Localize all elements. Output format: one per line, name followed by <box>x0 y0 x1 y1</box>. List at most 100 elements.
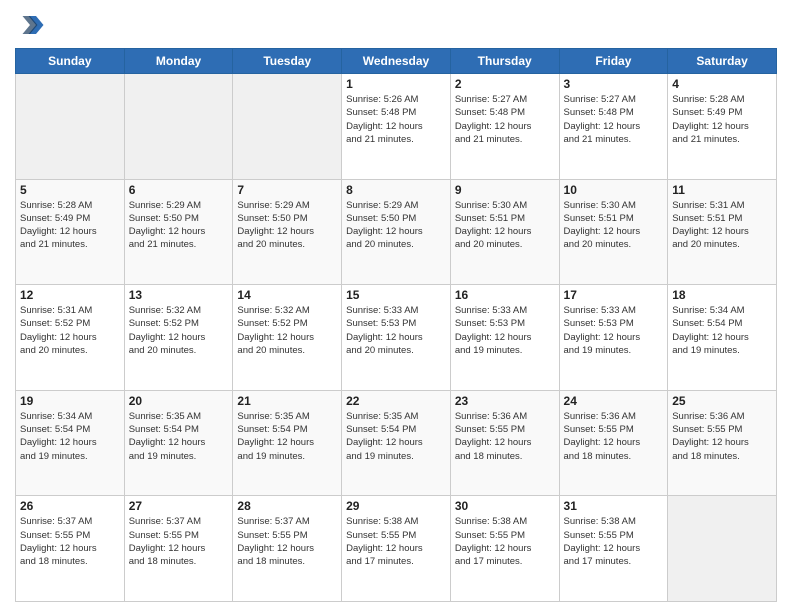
day-info: Sunrise: 5:38 AMSunset: 5:55 PMDaylight:… <box>346 515 446 568</box>
logo-icon <box>15 10 45 40</box>
day-header-sunday: Sunday <box>16 49 125 74</box>
day-number: 31 <box>564 499 664 513</box>
day-info: Sunrise: 5:31 AMSunset: 5:51 PMDaylight:… <box>672 199 772 252</box>
calendar-week-2: 12 Sunrise: 5:31 AMSunset: 5:52 PMDayligh… <box>16 285 777 391</box>
day-info: Sunrise: 5:35 AMSunset: 5:54 PMDaylight:… <box>237 410 337 463</box>
day-number: 20 <box>129 394 229 408</box>
calendar-week-4: 26 Sunrise: 5:37 AMSunset: 5:55 PMDayligh… <box>16 496 777 602</box>
logo <box>15 10 49 40</box>
calendar-cell: 13Sunrise: 5:32 AMSunset: 5:52 PMDayligh… <box>124 285 233 391</box>
calendar-cell: 23 Sunrise: 5:36 AMSunset: 5:55 PMDayligh… <box>450 390 559 496</box>
day-info: Sunrise: 5:27 AMSunset: 5:48 PMDaylight:… <box>564 93 664 146</box>
calendar-cell: 15Sunrise: 5:33 AMSunset: 5:53 PMDayligh… <box>342 285 451 391</box>
calendar-cell: 24 Sunrise: 5:36 AMSunset: 5:55 PMDayligh… <box>559 390 668 496</box>
day-number: 1 <box>346 77 446 91</box>
day-number: 18 <box>672 288 772 302</box>
day-number: 6 <box>129 183 229 197</box>
day-number: 25 <box>672 394 772 408</box>
calendar-cell: 28 Sunrise: 5:37 AMSunset: 5:55 PMDayligh… <box>233 496 342 602</box>
calendar-cell: 7 Sunrise: 5:29 AMSunset: 5:50 PMDaylight… <box>233 179 342 285</box>
calendar-cell: 12 Sunrise: 5:31 AMSunset: 5:52 PMDayligh… <box>16 285 125 391</box>
day-number: 11 <box>672 183 772 197</box>
day-number: 5 <box>20 183 120 197</box>
day-header-saturday: Saturday <box>668 49 777 74</box>
day-info: Sunrise: 5:29 AMSunset: 5:50 PMDaylight:… <box>237 199 337 252</box>
day-info: Sunrise: 5:29 AMSunset: 5:50 PMDaylight:… <box>129 199 229 252</box>
calendar-cell: 22Sunrise: 5:35 AMSunset: 5:54 PMDayligh… <box>342 390 451 496</box>
calendar-cell: 18 Sunrise: 5:34 AMSunset: 5:54 PMDayligh… <box>668 285 777 391</box>
calendar-cell: 3 Sunrise: 5:27 AMSunset: 5:48 PMDaylight… <box>559 74 668 180</box>
day-info: Sunrise: 5:36 AMSunset: 5:55 PMDaylight:… <box>564 410 664 463</box>
calendar-cell <box>668 496 777 602</box>
day-number: 28 <box>237 499 337 513</box>
calendar-cell: 4Sunrise: 5:28 AMSunset: 5:49 PMDaylight… <box>668 74 777 180</box>
calendar-cell: 27 Sunrise: 5:37 AMSunset: 5:55 PMDayligh… <box>124 496 233 602</box>
day-number: 17 <box>564 288 664 302</box>
calendar-cell: 9 Sunrise: 5:30 AMSunset: 5:51 PMDaylight… <box>450 179 559 285</box>
day-number: 23 <box>455 394 555 408</box>
day-info: Sunrise: 5:37 AMSunset: 5:55 PMDaylight:… <box>20 515 120 568</box>
day-number: 10 <box>564 183 664 197</box>
day-number: 12 <box>20 288 120 302</box>
calendar-week-3: 19 Sunrise: 5:34 AMSunset: 5:54 PMDayligh… <box>16 390 777 496</box>
page: SundayMondayTuesdayWednesdayThursdayFrid… <box>0 0 792 612</box>
calendar-cell: 26 Sunrise: 5:37 AMSunset: 5:55 PMDayligh… <box>16 496 125 602</box>
day-number: 7 <box>237 183 337 197</box>
header <box>15 10 777 40</box>
day-info: Sunrise: 5:30 AMSunset: 5:51 PMDaylight:… <box>455 199 555 252</box>
day-header-tuesday: Tuesday <box>233 49 342 74</box>
calendar-cell: 10 Sunrise: 5:30 AMSunset: 5:51 PMDayligh… <box>559 179 668 285</box>
calendar-cell: 14Sunrise: 5:32 AMSunset: 5:52 PMDayligh… <box>233 285 342 391</box>
calendar-table: SundayMondayTuesdayWednesdayThursdayFrid… <box>15 48 777 602</box>
day-info: Sunrise: 5:30 AMSunset: 5:51 PMDaylight:… <box>564 199 664 252</box>
day-info: Sunrise: 5:28 AMSunset: 5:49 PMDaylight:… <box>20 199 120 252</box>
day-number: 2 <box>455 77 555 91</box>
day-info: Sunrise: 5:37 AMSunset: 5:55 PMDaylight:… <box>237 515 337 568</box>
day-info: Sunrise: 5:33 AMSunset: 5:53 PMDaylight:… <box>564 304 664 357</box>
day-info: Sunrise: 5:38 AMSunset: 5:55 PMDaylight:… <box>455 515 555 568</box>
day-info: Sunrise: 5:28 AMSunset: 5:49 PMDaylight:… <box>672 93 772 146</box>
day-info: Sunrise: 5:36 AMSunset: 5:55 PMDaylight:… <box>672 410 772 463</box>
day-info: Sunrise: 5:29 AMSunset: 5:50 PMDaylight:… <box>346 199 446 252</box>
day-info: Sunrise: 5:37 AMSunset: 5:55 PMDaylight:… <box>129 515 229 568</box>
day-info: Sunrise: 5:36 AMSunset: 5:55 PMDaylight:… <box>455 410 555 463</box>
calendar-cell: 16 Sunrise: 5:33 AMSunset: 5:53 PMDayligh… <box>450 285 559 391</box>
day-info: Sunrise: 5:34 AMSunset: 5:54 PMDaylight:… <box>672 304 772 357</box>
calendar-cell <box>16 74 125 180</box>
day-number: 19 <box>20 394 120 408</box>
calendar-cell <box>233 74 342 180</box>
calendar-cell: 25 Sunrise: 5:36 AMSunset: 5:55 PMDayligh… <box>668 390 777 496</box>
day-number: 24 <box>564 394 664 408</box>
day-number: 3 <box>564 77 664 91</box>
calendar-week-0: 1Sunrise: 5:26 AMSunset: 5:48 PMDaylight… <box>16 74 777 180</box>
calendar-cell: 2 Sunrise: 5:27 AMSunset: 5:48 PMDaylight… <box>450 74 559 180</box>
day-info: Sunrise: 5:27 AMSunset: 5:48 PMDaylight:… <box>455 93 555 146</box>
calendar-cell: 5 Sunrise: 5:28 AMSunset: 5:49 PMDaylight… <box>16 179 125 285</box>
day-info: Sunrise: 5:32 AMSunset: 5:52 PMDaylight:… <box>237 304 337 357</box>
calendar-cell <box>124 74 233 180</box>
day-number: 13 <box>129 288 229 302</box>
calendar-header-row: SundayMondayTuesdayWednesdayThursdayFrid… <box>16 49 777 74</box>
day-number: 29 <box>346 499 446 513</box>
day-number: 9 <box>455 183 555 197</box>
day-info: Sunrise: 5:33 AMSunset: 5:53 PMDaylight:… <box>455 304 555 357</box>
day-header-friday: Friday <box>559 49 668 74</box>
calendar-cell: 17 Sunrise: 5:33 AMSunset: 5:53 PMDayligh… <box>559 285 668 391</box>
day-number: 21 <box>237 394 337 408</box>
day-header-wednesday: Wednesday <box>342 49 451 74</box>
day-info: Sunrise: 5:31 AMSunset: 5:52 PMDaylight:… <box>20 304 120 357</box>
day-number: 26 <box>20 499 120 513</box>
day-number: 27 <box>129 499 229 513</box>
calendar-cell: 31 Sunrise: 5:38 AMSunset: 5:55 PMDayligh… <box>559 496 668 602</box>
day-header-thursday: Thursday <box>450 49 559 74</box>
day-number: 22 <box>346 394 446 408</box>
calendar-cell: 8Sunrise: 5:29 AMSunset: 5:50 PMDaylight… <box>342 179 451 285</box>
day-number: 16 <box>455 288 555 302</box>
day-header-monday: Monday <box>124 49 233 74</box>
calendar-cell: 11 Sunrise: 5:31 AMSunset: 5:51 PMDayligh… <box>668 179 777 285</box>
day-info: Sunrise: 5:34 AMSunset: 5:54 PMDaylight:… <box>20 410 120 463</box>
calendar-cell: 29 Sunrise: 5:38 AMSunset: 5:55 PMDayligh… <box>342 496 451 602</box>
calendar-cell: 20Sunrise: 5:35 AMSunset: 5:54 PMDayligh… <box>124 390 233 496</box>
calendar-cell: 19 Sunrise: 5:34 AMSunset: 5:54 PMDayligh… <box>16 390 125 496</box>
day-info: Sunrise: 5:38 AMSunset: 5:55 PMDaylight:… <box>564 515 664 568</box>
